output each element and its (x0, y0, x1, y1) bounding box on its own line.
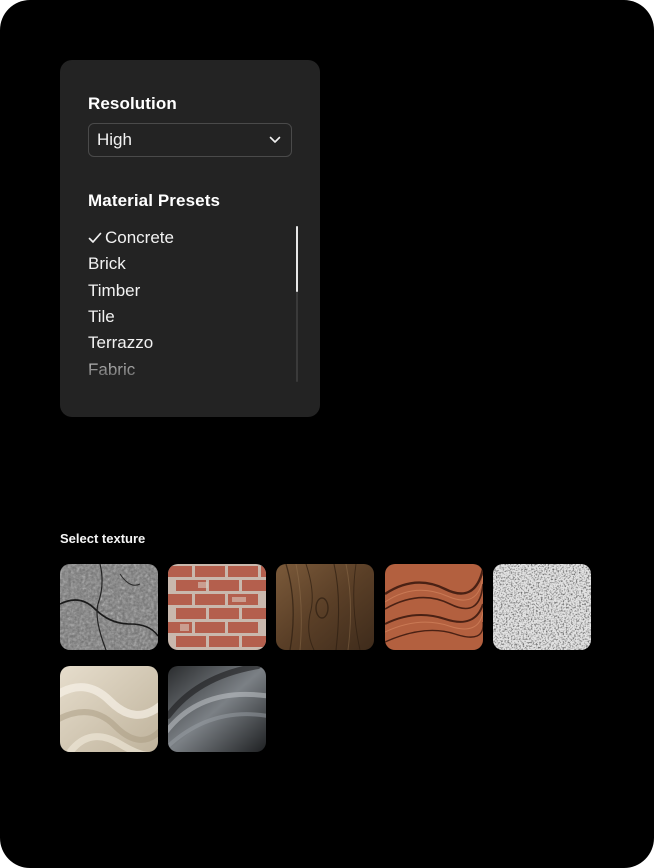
resolution-select[interactable]: High (88, 123, 292, 157)
terrazzo-texture-image (493, 564, 591, 650)
wood-texture-image (276, 564, 374, 650)
brick-texture-image (168, 564, 266, 650)
list-item-fabric[interactable]: Fabric (88, 356, 283, 382)
material-presets-list: Concrete Brick Timber Tile Terrazzo Fabr… (88, 225, 298, 383)
list-item-tile[interactable]: Tile (88, 304, 283, 330)
chevron-down-icon (269, 136, 281, 144)
scrollbar-thumb[interactable] (296, 226, 298, 292)
select-texture-label: Select texture (60, 531, 146, 546)
texture-tile-stone[interactable] (385, 564, 483, 650)
resolution-heading: Resolution (88, 94, 177, 113)
concrete-texture-image (60, 564, 158, 650)
list-item-timber[interactable]: Timber (88, 278, 283, 304)
texture-tile-wood[interactable] (276, 564, 374, 650)
texture-tile-brick[interactable] (168, 564, 266, 650)
stone-texture-image (385, 564, 483, 650)
fabric-texture-image (60, 666, 158, 752)
list-item-label: Fabric (88, 359, 136, 379)
app-frame: Resolution High Material Presets Concret… (0, 0, 654, 868)
texture-tile-terrazzo[interactable] (493, 564, 591, 650)
resolution-select-value: High (97, 130, 132, 149)
settings-panel: Resolution High Material Presets Concret… (60, 60, 320, 417)
material-presets-heading: Material Presets (88, 191, 221, 210)
list-item-brick[interactable]: Brick (88, 251, 283, 277)
texture-tile-metal[interactable] (168, 666, 266, 752)
list-item-label: Tile (88, 307, 115, 327)
list-item-label: Brick (88, 254, 126, 274)
texture-tile-fabric[interactable] (60, 666, 158, 752)
list-item-label: Concrete (105, 228, 174, 248)
list-item-label: Terrazzo (88, 333, 154, 353)
list-item-label: Timber (88, 280, 141, 300)
metal-texture-image (168, 666, 266, 752)
texture-tile-concrete[interactable] (60, 564, 158, 650)
list-item-terrazzo[interactable]: Terrazzo (88, 330, 283, 356)
check-icon (88, 231, 104, 245)
list-item-concrete[interactable]: Concrete (88, 225, 283, 251)
